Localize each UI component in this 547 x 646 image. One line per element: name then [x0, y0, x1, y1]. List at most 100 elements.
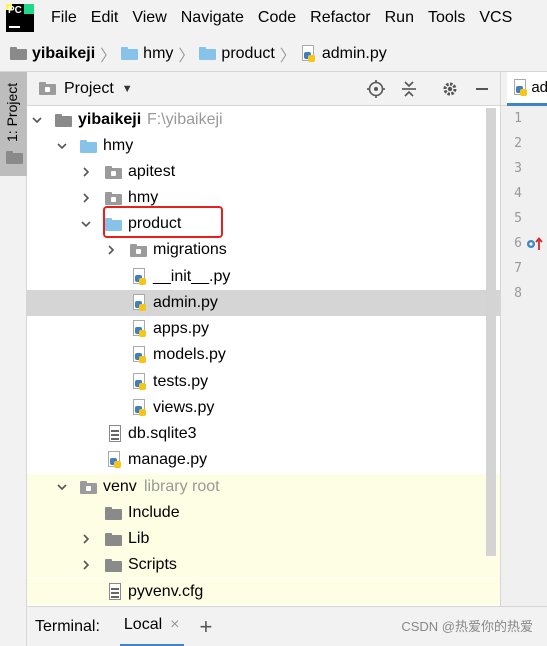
tree-item-tests-py[interactable]: tests.py: [27, 369, 500, 395]
menu-navigate[interactable]: Navigate: [174, 0, 251, 36]
chevron-right-icon[interactable]: [105, 244, 117, 256]
tree-item-models-py[interactable]: models.py: [27, 342, 500, 368]
tree-item-migrations[interactable]: migrations: [27, 237, 500, 263]
folder-icon: [105, 507, 122, 520]
tree-item-manage-py[interactable]: manage.py: [27, 447, 500, 473]
line-number: 6: [514, 236, 522, 251]
line-number: 1: [514, 111, 522, 126]
close-icon[interactable]: ×: [170, 616, 179, 634]
collapse-all-icon[interactable]: [395, 72, 423, 106]
project-view-selector[interactable]: Project ▼: [39, 80, 133, 98]
terminal-label: Terminal:: [35, 617, 100, 635]
vertical-scrollbar[interactable]: [486, 108, 496, 556]
chevron-right-icon: 〉: [100, 47, 117, 65]
chevron-down-icon: ▼: [121, 82, 133, 95]
text-file-icon: [108, 583, 122, 601]
tree-item-lib[interactable]: Lib: [27, 526, 500, 552]
project-tool-tab[interactable]: 1: Project: [0, 72, 27, 176]
chevron-right-icon[interactable]: [80, 533, 92, 545]
tree-item-hmy[interactable]: hmy: [27, 133, 500, 159]
chevron-right-icon[interactable]: [80, 166, 92, 178]
chevron-right-icon[interactable]: [80, 192, 92, 204]
pycharm-logo-icon[interactable]: PC: [6, 4, 34, 32]
root-path: F:\yibaikeji: [147, 111, 223, 128]
tree-item-product[interactable]: product: [27, 211, 500, 237]
project-view-icon: [39, 82, 56, 95]
folder-icon: [55, 114, 72, 127]
line-number: 2: [514, 136, 522, 151]
menu-tools[interactable]: Tools: [421, 0, 472, 36]
editor-gutter: 1 2 3 4 5 6 7 8: [500, 106, 547, 606]
minimize-icon[interactable]: [468, 72, 496, 106]
tree-item-scripts[interactable]: Scripts: [27, 552, 500, 578]
chevron-down-icon[interactable]: [31, 114, 43, 126]
panel-title: Project: [64, 79, 114, 97]
python-file-icon: [513, 78, 527, 97]
locate-crosshair-icon[interactable]: [362, 72, 390, 106]
package-folder-icon: [105, 166, 122, 179]
text-file-icon: [108, 425, 122, 443]
line-number: 8: [514, 286, 522, 301]
chevron-right-icon: 〉: [279, 47, 296, 65]
tree-item-db-sqlite3[interactable]: db.sqlite3: [27, 421, 500, 447]
tree-item-apps-py[interactable]: apps.py: [27, 316, 500, 342]
tree-item-admin-py[interactable]: admin.py: [27, 290, 500, 316]
menu-run[interactable]: Run: [378, 0, 421, 36]
package-folder-icon: [130, 244, 147, 257]
line-number: 5: [514, 211, 522, 226]
chevron-right-icon: 〉: [178, 47, 195, 65]
tree-item-yibaikeji[interactable]: yibaikeji F:\yibaikeji: [27, 107, 500, 133]
package-folder-icon: [80, 481, 97, 494]
chevron-right-icon[interactable]: [80, 559, 92, 571]
breadcrumb-item-yibaikeji[interactable]: yibaikeji: [10, 45, 95, 63]
editor-tab-admin-py[interactable]: ad: [507, 72, 547, 106]
menu-code[interactable]: Code: [251, 0, 303, 36]
tree-item-init-py[interactable]: __init__.py: [27, 264, 500, 290]
tree-item-pyvenv-cfg[interactable]: pyvenv.cfg: [27, 579, 500, 605]
breadcrumb-item-product[interactable]: product: [199, 45, 275, 63]
python-file-icon: [132, 346, 148, 364]
menu-vcs[interactable]: VCS: [472, 0, 519, 36]
chevron-down-icon[interactable]: [56, 140, 68, 152]
breadcrumb-item-admin-py[interactable]: admin.py: [301, 44, 387, 63]
terminal-tab-local[interactable]: Local ×: [119, 607, 184, 646]
annotation-highlight-box: [103, 206, 223, 238]
line-number: 4: [514, 186, 522, 201]
left-tool-stripe: 1: Project: [0, 72, 27, 646]
add-terminal-icon[interactable]: +: [200, 614, 213, 640]
python-file-icon: [132, 294, 148, 312]
menu-view[interactable]: View: [125, 0, 173, 36]
override-gutter-icon[interactable]: [526, 237, 544, 256]
breadcrumb: yibaikeji 〉 hmy 〉 product 〉 admin.py: [0, 36, 547, 72]
folder-icon: [105, 559, 122, 572]
tree-item-views-py[interactable]: views.py: [27, 395, 500, 421]
python-file-icon: [132, 373, 148, 391]
breadcrumb-item-hmy[interactable]: hmy: [121, 45, 173, 63]
menu-bar: PC File Edit View Navigate Code Refactor…: [0, 0, 547, 36]
tree-item-apitest[interactable]: apitest: [27, 159, 500, 185]
folder-icon: [10, 47, 27, 60]
project-panel-header: Project ▼: [27, 72, 500, 106]
package-folder-icon: [105, 192, 122, 205]
menu-file[interactable]: File: [44, 0, 84, 36]
python-file-icon: [107, 451, 123, 469]
project-tool-tab-label: 1: Project: [4, 82, 20, 142]
menu-refactor[interactable]: Refactor: [303, 0, 377, 36]
python-file-icon: [301, 44, 317, 63]
gear-icon[interactable]: [436, 72, 464, 106]
library-root-hint: library root: [144, 478, 220, 495]
line-number: 3: [514, 161, 522, 176]
editor-tab-bar: ad: [500, 72, 547, 106]
chevron-down-icon[interactable]: [56, 481, 68, 493]
tree-item-venv[interactable]: venv library root: [27, 474, 500, 500]
menu-edit[interactable]: Edit: [84, 0, 126, 36]
python-file-icon: [132, 320, 148, 338]
tree-item-hmy-package[interactable]: hmy: [27, 185, 500, 211]
tree-item-include[interactable]: Include: [27, 500, 500, 526]
chevron-down-icon[interactable]: [80, 218, 92, 230]
project-tree: yibaikeji F:\yibaikeji hmy apitest hmy p…: [27, 106, 500, 606]
folder-icon: [199, 47, 217, 60]
folder-icon: [80, 140, 97, 153]
python-file-icon: [132, 268, 148, 286]
line-number: 7: [514, 261, 522, 276]
